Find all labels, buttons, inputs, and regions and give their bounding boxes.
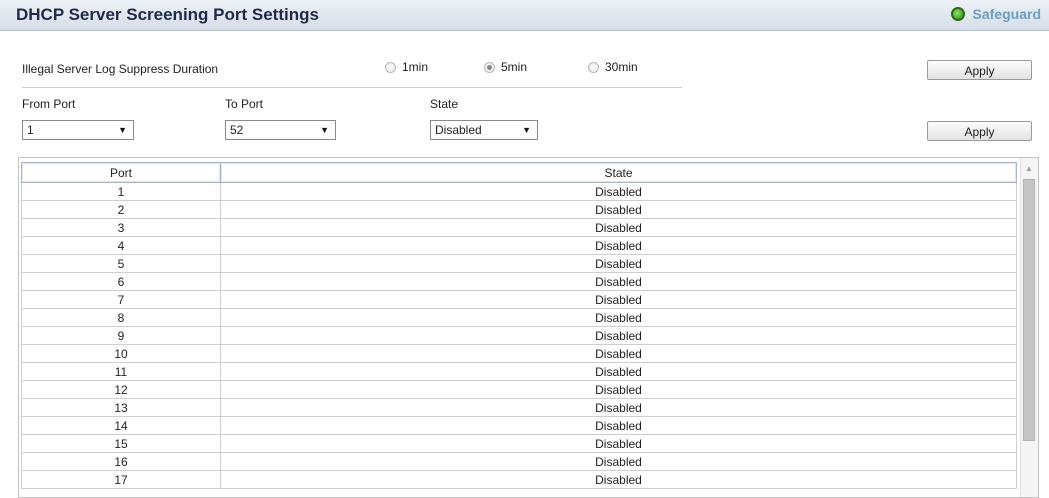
to-port-value: 52 bbox=[230, 123, 244, 137]
cell-state: Disabled bbox=[220, 272, 1017, 291]
radio-30min-label: 30min bbox=[605, 60, 638, 74]
suppress-duration-label: Illegal Server Log Suppress Duration bbox=[22, 62, 219, 76]
divider bbox=[22, 87, 682, 88]
column-header-port: Port bbox=[21, 162, 221, 183]
safeguard-label: Safeguard bbox=[972, 6, 1041, 22]
radio-1min-control[interactable] bbox=[385, 61, 396, 73]
cell-port: 15 bbox=[21, 434, 221, 453]
port-state-table-container: Port State 1 Disabled 2 Disabled 3 Disabled 4 D… bbox=[18, 157, 1039, 498]
vertical-scrollbar[interactable]: ▲ bbox=[1020, 158, 1038, 497]
cell-port: 6 bbox=[21, 272, 221, 291]
table-row: 14 Disabled bbox=[21, 416, 1017, 435]
port-apply-button[interactable]: Apply bbox=[927, 121, 1032, 141]
cell-state: Disabled bbox=[220, 380, 1017, 399]
radio-1min-label: 1min bbox=[402, 60, 429, 74]
suppress-apply-button[interactable]: Apply bbox=[927, 60, 1032, 80]
cell-state: Disabled bbox=[220, 326, 1017, 345]
cell-state: Disabled bbox=[220, 434, 1017, 453]
cell-port: 13 bbox=[21, 398, 221, 417]
radio-30min-control[interactable] bbox=[588, 61, 599, 73]
cell-state: Disabled bbox=[220, 254, 1017, 273]
table-row: 12 Disabled bbox=[21, 380, 1017, 399]
table-row: 15 Disabled bbox=[21, 434, 1017, 453]
chevron-down-icon: ▼ bbox=[118, 125, 127, 135]
cell-state: Disabled bbox=[220, 452, 1017, 471]
table-row: 7 Disabled bbox=[21, 290, 1017, 309]
table-row: 9 Disabled bbox=[21, 326, 1017, 345]
state-label: State bbox=[430, 97, 459, 111]
table-row: 6 Disabled bbox=[21, 272, 1017, 291]
from-port-label: From Port bbox=[22, 97, 76, 111]
cell-state: Disabled bbox=[220, 200, 1017, 219]
table-row: 16 Disabled bbox=[21, 452, 1017, 471]
cell-state: Disabled bbox=[220, 398, 1017, 417]
table-row: 13 Disabled bbox=[21, 398, 1017, 417]
table-row: 4 Disabled bbox=[21, 236, 1017, 255]
state-select[interactable]: Disabled ▼ bbox=[430, 120, 538, 140]
page-title: DHCP Server Screening Port Settings bbox=[16, 5, 319, 24]
table-row: 10 Disabled bbox=[21, 344, 1017, 363]
from-port-select[interactable]: 1 ▼ bbox=[22, 120, 134, 140]
radio-30min[interactable]: 30min bbox=[588, 60, 638, 74]
table-row: 5 Disabled bbox=[21, 254, 1017, 273]
table-row: 17 Disabled bbox=[21, 470, 1017, 489]
column-header-state: State bbox=[220, 162, 1017, 183]
cell-port: 12 bbox=[21, 380, 221, 399]
cell-state: Disabled bbox=[220, 308, 1017, 327]
port-state-table: Port State 1 Disabled 2 Disabled 3 Disabled 4 D… bbox=[21, 162, 1017, 489]
cell-port: 14 bbox=[21, 416, 221, 435]
radio-5min-label: 5min bbox=[501, 60, 528, 74]
cell-port: 7 bbox=[21, 290, 221, 309]
cell-state: Disabled bbox=[220, 416, 1017, 435]
from-port-value: 1 bbox=[27, 123, 34, 137]
cell-state: Disabled bbox=[220, 182, 1017, 201]
state-value: Disabled bbox=[435, 123, 482, 137]
cell-state: Disabled bbox=[220, 470, 1017, 489]
cell-port: 2 bbox=[21, 200, 221, 219]
cell-port: 4 bbox=[21, 236, 221, 255]
to-port-label: To Port bbox=[225, 97, 264, 111]
cell-port: 11 bbox=[21, 362, 221, 381]
table-row: 3 Disabled bbox=[21, 218, 1017, 237]
cell-state: Disabled bbox=[220, 344, 1017, 363]
safeguard-indicator[interactable]: Safeguard bbox=[950, 6, 1041, 22]
table-row: 11 Disabled bbox=[21, 362, 1017, 381]
title-bar: DHCP Server Screening Port Settings Safe… bbox=[0, 0, 1049, 31]
scrollbar-thumb[interactable] bbox=[1023, 179, 1035, 441]
cell-state: Disabled bbox=[220, 218, 1017, 237]
cell-port: 8 bbox=[21, 308, 221, 327]
cell-port: 1 bbox=[21, 182, 221, 201]
table-row: 8 Disabled bbox=[21, 308, 1017, 327]
scroll-up-icon[interactable]: ▲ bbox=[1025, 164, 1033, 173]
cell-state: Disabled bbox=[220, 290, 1017, 309]
cell-port: 10 bbox=[21, 344, 221, 363]
table-row: 1 Disabled bbox=[21, 182, 1017, 201]
cell-port: 5 bbox=[21, 254, 221, 273]
to-port-select[interactable]: 52 ▼ bbox=[225, 120, 336, 140]
table-body: 1 Disabled 2 Disabled 3 Disabled 4 Disabled 5 Dis… bbox=[21, 182, 1017, 489]
radio-1min[interactable]: 1min bbox=[385, 60, 428, 74]
radio-5min-control[interactable] bbox=[484, 61, 495, 73]
cell-port: 17 bbox=[21, 470, 221, 489]
status-dot-icon bbox=[950, 7, 965, 21]
cell-port: 16 bbox=[21, 452, 221, 471]
cell-state: Disabled bbox=[220, 362, 1017, 381]
cell-state: Disabled bbox=[220, 236, 1017, 255]
cell-port: 9 bbox=[21, 326, 221, 345]
radio-5min[interactable]: 5min bbox=[484, 60, 527, 74]
table-row: 2 Disabled bbox=[21, 200, 1017, 219]
chevron-down-icon: ▼ bbox=[320, 125, 329, 135]
chevron-down-icon: ▼ bbox=[522, 125, 531, 135]
cell-port: 3 bbox=[21, 218, 221, 237]
